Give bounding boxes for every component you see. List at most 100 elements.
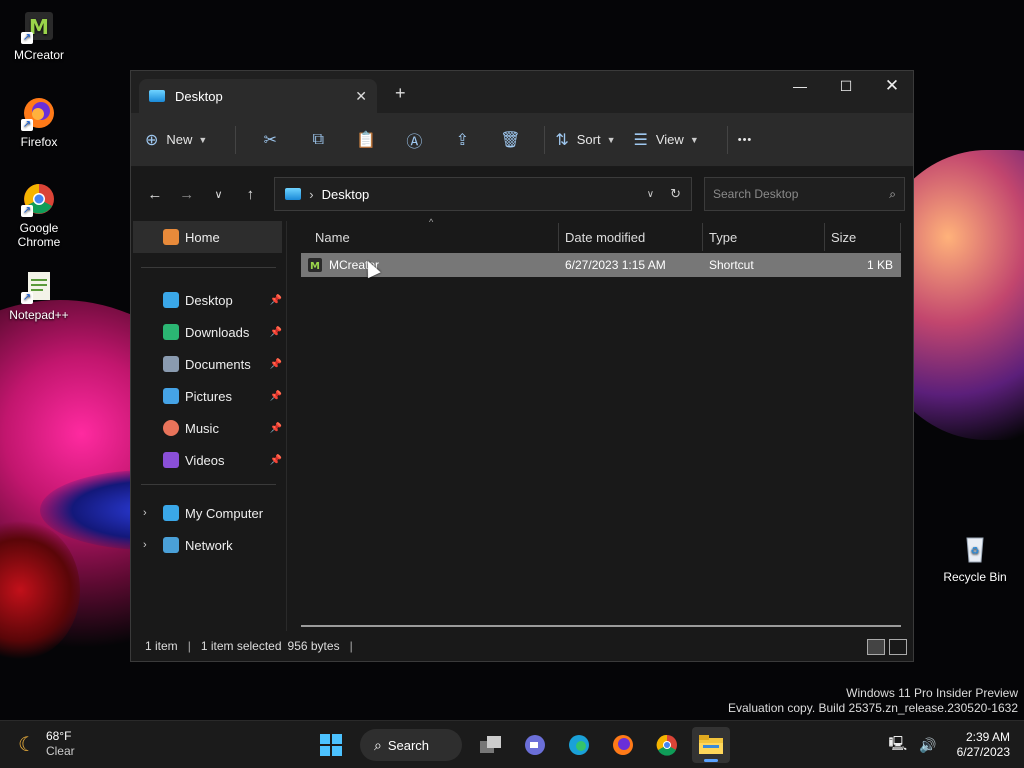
column-header-type[interactable]: Type (703, 223, 825, 251)
sidebar-item-videos[interactable]: Videos 📌 (131, 444, 286, 476)
breadcrumb-desktop[interactable]: Desktop (322, 187, 631, 202)
paste-icon[interactable]: 📋 (342, 130, 390, 150)
navigation-row: ← → ∨ ↑ › Desktop ∨ ↻ Search Desktop ⌕ (131, 167, 913, 221)
breadcrumb-chevron-icon: › (309, 186, 314, 202)
back-arrow-icon[interactable]: ← (139, 186, 171, 203)
task-view-button[interactable] (472, 727, 510, 763)
cut-icon[interactable]: ✂ (246, 130, 294, 150)
view-label: View (655, 132, 684, 147)
new-label: New (166, 132, 193, 147)
desktop-icon-recycle-bin[interactable]: ♻ Recycle Bin (939, 530, 1011, 584)
view-lines-icon: ☰ (633, 131, 648, 149)
network-icon (163, 537, 179, 553)
sidebar-item-label: Network (185, 537, 233, 553)
sidebar-item-music[interactable]: Music 📌 (131, 412, 286, 444)
sort-label: Sort (576, 132, 601, 147)
sort-button[interactable]: ⇅ Sort ▼ (555, 130, 615, 150)
file-explorer-taskbar-button[interactable] (692, 727, 730, 763)
sidebar-item-label: Videos (185, 452, 225, 468)
mcreator-icon: M (308, 258, 322, 272)
chrome-taskbar-button[interactable] (648, 727, 686, 763)
details-view-icon[interactable] (867, 639, 885, 655)
share-icon[interactable]: ⇪ (438, 130, 486, 150)
firefox-icon: ↗ (21, 95, 57, 131)
pin-icon: 📌 (269, 294, 282, 306)
desktop-icon-mcreator[interactable]: M ↗ MCreator (3, 8, 75, 62)
edge-icon (569, 735, 589, 755)
recent-locations-chevron-icon[interactable]: ∨ (203, 188, 235, 201)
desktop-folder-icon (149, 90, 165, 102)
close-tab-icon[interactable]: ✕ (355, 88, 367, 105)
expand-chevron-icon[interactable]: › (143, 507, 147, 519)
chevron-down-icon: ▼ (606, 134, 616, 145)
clock-date: 6/27/2023 (956, 745, 1010, 759)
more-options-button[interactable]: ••• (738, 134, 753, 146)
tab-title: Desktop (175, 88, 223, 104)
refresh-icon[interactable]: ↻ (670, 186, 681, 202)
pictures-icon (163, 388, 179, 404)
horizontal-scrollbar[interactable] (301, 625, 901, 627)
sidebar-item-desktop[interactable]: Desktop 📌 (131, 284, 286, 316)
address-bar[interactable]: › Desktop ∨ ↻ (274, 177, 692, 211)
videos-icon (163, 452, 179, 468)
title-bar: Desktop ✕ + — ☐ ✕ (131, 71, 913, 113)
taskbar-search[interactable]: ⌕ Search (360, 729, 462, 761)
maximize-button[interactable]: ☐ (823, 71, 869, 101)
windows-logo-icon (320, 734, 342, 756)
tab-desktop[interactable]: Desktop ✕ (139, 79, 377, 113)
volume-icon[interactable]: 🔊 (919, 737, 936, 754)
address-dropdown-icon[interactable]: ∨ (647, 189, 654, 200)
pin-icon: 📌 (269, 326, 282, 338)
chevron-down-icon: ▼ (198, 134, 208, 145)
pin-icon: 📌 (269, 454, 282, 466)
sidebar-item-network[interactable]: › Network (131, 529, 286, 561)
svg-text:♻: ♻ (971, 546, 980, 557)
sidebar-item-label: Downloads (185, 324, 250, 340)
weather-widget[interactable]: ☾ 68°F Clear (18, 729, 75, 759)
teams-chat-button[interactable] (516, 727, 554, 763)
chrome-icon: ↗ (21, 181, 57, 217)
column-header-date-modified[interactable]: Date modified (559, 223, 703, 251)
minimize-button[interactable]: — (777, 71, 823, 101)
sidebar-item-documents[interactable]: Documents 📌 (131, 348, 286, 380)
column-header-name[interactable]: Name (301, 223, 559, 251)
desktop-icon-label: MCreator (13, 48, 64, 62)
clock[interactable]: 2:39 AM 6/27/2023 (957, 730, 1010, 760)
new-tab-button[interactable]: + (395, 83, 406, 104)
desktop-icon-chrome[interactable]: ↗ Google Chrome (3, 181, 75, 249)
close-window-button[interactable]: ✕ (869, 71, 915, 101)
start-button[interactable] (312, 727, 350, 763)
search-box[interactable]: Search Desktop ⌕ (704, 177, 905, 211)
command-bar: ⊕ New ▼ ✂ ⧉ 📋 Ⓐ ⇪ 🗑 ⇅ Sort ▼ ☰ View ▼ ••… (131, 113, 913, 167)
edge-button[interactable] (560, 727, 598, 763)
large-icons-view-icon[interactable] (889, 639, 907, 655)
chevron-down-icon: ▼ (689, 134, 699, 145)
sidebar-item-downloads[interactable]: Downloads 📌 (131, 316, 286, 348)
expand-chevron-icon[interactable]: › (143, 539, 147, 551)
svg-text:M: M (310, 261, 320, 272)
notepadpp-icon: ↗ (21, 268, 57, 304)
delete-icon[interactable]: 🗑 (486, 130, 534, 150)
view-button[interactable]: ☰ View ▼ (634, 130, 699, 150)
file-row[interactable]: M MCreator 6/27/2023 1:15 AM Shortcut 1 … (301, 253, 901, 277)
forward-arrow-icon[interactable]: → (171, 186, 203, 203)
column-header-size[interactable]: Size (825, 223, 901, 251)
desktop-icon-notepadpp[interactable]: ↗ Notepad++ (3, 268, 75, 322)
copy-icon[interactable]: ⧉ (294, 131, 342, 149)
music-icon (163, 420, 179, 436)
desktop-icon-firefox[interactable]: ↗ Firefox (3, 95, 75, 149)
new-button[interactable]: ⊕ New ▼ (145, 130, 207, 150)
windows-watermark: Windows 11 Pro Insider Preview Evaluatio… (728, 686, 1018, 716)
sidebar-item-home[interactable]: Home (133, 221, 282, 253)
navigation-pane: Home Desktop 📌 Downloads 📌 Documents 📌 P… (131, 221, 287, 631)
sidebar-item-my-computer[interactable]: › My Computer (131, 497, 286, 529)
search-placeholder: Search Desktop (713, 187, 799, 201)
up-arrow-icon[interactable]: ↑ (234, 186, 266, 203)
plus-circle-icon: ⊕ (145, 131, 159, 149)
sidebar-item-pictures[interactable]: Pictures 📌 (131, 380, 286, 412)
file-explorer-window: Desktop ✕ + — ☐ ✕ ⊕ New ▼ ✂ ⧉ 📋 Ⓐ ⇪ 🗑 ⇅ … (130, 70, 914, 662)
firefox-taskbar-button[interactable] (604, 727, 642, 763)
taskbar-search-label: Search (387, 737, 430, 753)
rename-icon[interactable]: Ⓐ (390, 128, 438, 152)
network-icon[interactable]: 🖳 (888, 733, 907, 757)
